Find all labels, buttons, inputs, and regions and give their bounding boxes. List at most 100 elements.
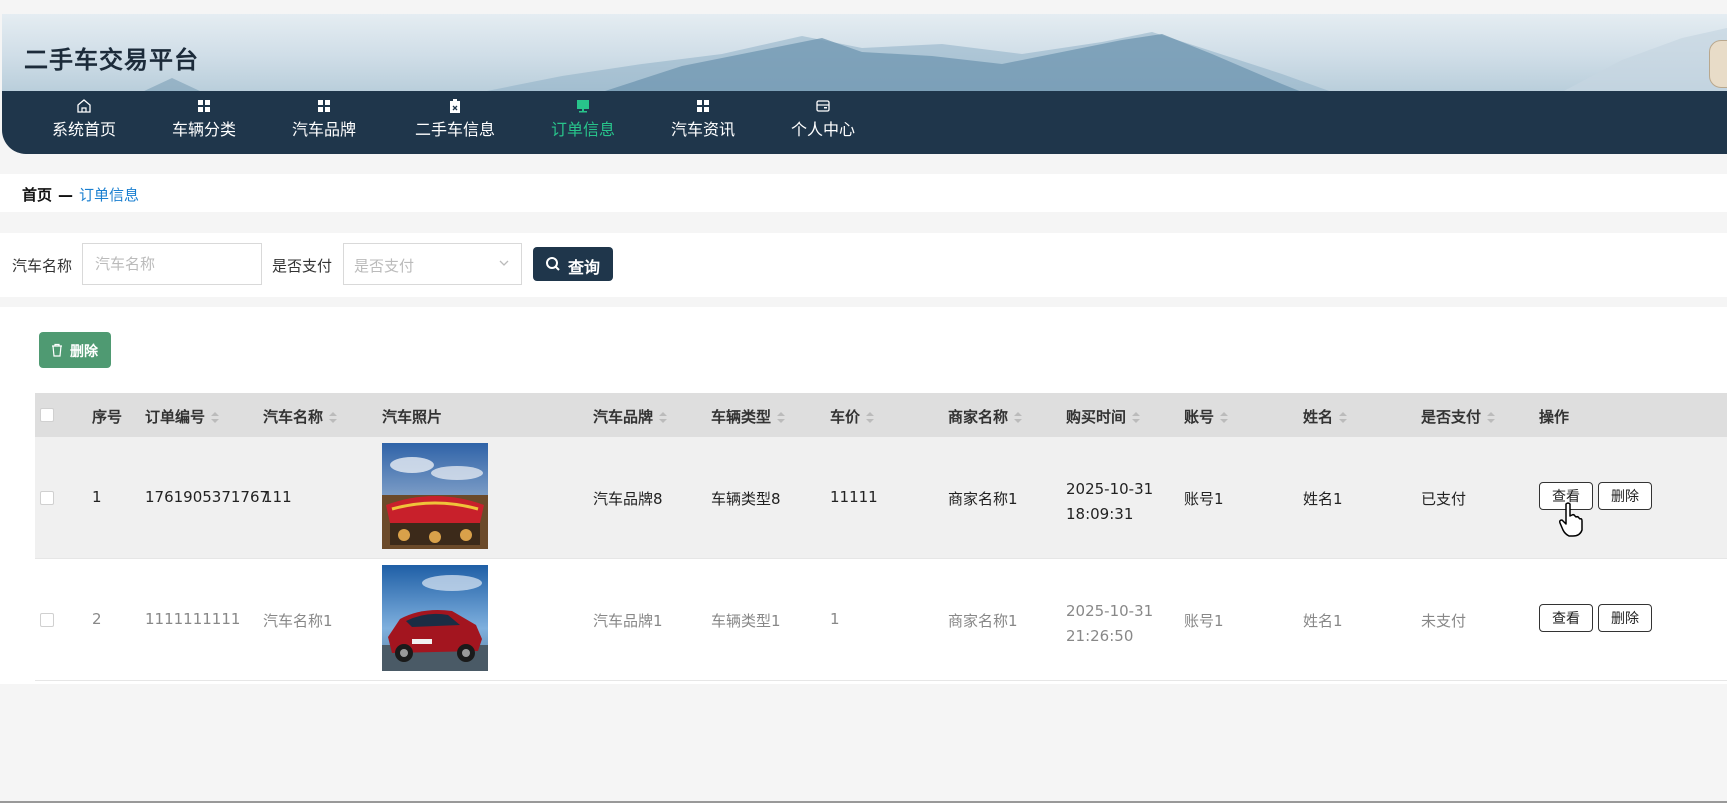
cell-vehicle-type: 车辆类型1 [711, 612, 781, 630]
col-purchase-time[interactable]: 购买时间 [1066, 406, 1141, 427]
sort-icon[interactable] [329, 411, 338, 425]
sort-icon[interactable] [1487, 411, 1496, 425]
breadcrumb-home[interactable]: 首页 [22, 186, 52, 204]
col-order-no[interactable]: 订单编号 [145, 406, 220, 427]
cell-purchase-time: 2025-10-31 21:26:50 [1066, 602, 1154, 645]
cell-merchant: 商家名称1 [948, 612, 1018, 630]
cell-car-name: 111 [263, 488, 292, 506]
nav-item-order-info[interactable]: 订单信息 [529, 91, 637, 154]
breadcrumb: 首页 — 订单信息 [22, 184, 139, 205]
search-bar: 汽车名称 是否支付 是否支付 查询 [0, 233, 1727, 297]
nav-item-used-car-info[interactable]: 二手车信息 [402, 91, 508, 154]
col-paid[interactable]: 是否支付 [1421, 406, 1496, 427]
cell-index: 1 [92, 488, 102, 506]
chevron-down-icon [499, 260, 509, 266]
paid-label: 是否支付 [272, 257, 333, 275]
avatar[interactable] [1709, 40, 1727, 88]
cell-purchase-time: 2025-10-31 18:09:31 [1066, 480, 1154, 523]
delete-button[interactable]: 删除 [1598, 604, 1652, 632]
batch-delete-button[interactable]: 删除 [39, 332, 111, 368]
grid-icon [697, 100, 709, 112]
cell-merchant: 商家名称1 [948, 490, 1018, 508]
cell-vehicle-type: 车辆类型8 [711, 490, 781, 508]
col-car-name-label: 汽车名称 [263, 408, 324, 426]
nav-label: 汽车资讯 [670, 120, 735, 139]
table-row[interactable]: 2 1111111111 汽车名称1 汽车品牌1 车辆类型1 1 商家名称1 2… [35, 559, 1727, 681]
site-title: 二手车交易平台 [24, 46, 199, 74]
col-account-label: 账号 [1184, 408, 1215, 426]
col-purchase-time-label: 购买时间 [1066, 408, 1127, 426]
cell-name: 姓名1 [1303, 490, 1343, 508]
sort-icon[interactable] [777, 411, 786, 425]
nav-label: 系统首页 [51, 120, 116, 139]
car-photo[interactable] [382, 565, 488, 671]
car-name-input[interactable] [82, 243, 262, 285]
col-price[interactable]: 车价 [830, 406, 875, 427]
query-button[interactable]: 查询 [533, 247, 613, 281]
sort-icon[interactable] [659, 411, 668, 425]
sort-icon[interactable] [866, 411, 875, 425]
clipboard-icon [450, 99, 460, 113]
col-merchant[interactable]: 商家名称 [948, 406, 1023, 427]
breadcrumb-bar: 首页 — 订单信息 [0, 174, 1727, 212]
col-vehicle-type-label: 车辆类型 [711, 408, 772, 426]
nav-label: 订单信息 [550, 120, 615, 139]
cell-price: 11111 [830, 488, 878, 506]
view-button[interactable]: 查看 [1539, 604, 1593, 632]
grid-icon [198, 100, 210, 112]
cell-name: 姓名1 [1303, 612, 1343, 630]
cell-order-no: 1761905371767 [145, 488, 270, 506]
nav-item-vehicle-category[interactable]: 车辆分类 [150, 91, 258, 154]
sort-icon[interactable] [1014, 411, 1023, 425]
col-brand[interactable]: 汽车品牌 [593, 406, 668, 427]
nav-item-car-news[interactable]: 汽车资讯 [649, 91, 757, 154]
breadcrumb-current: 订单信息 [79, 186, 140, 204]
cell-account: 账号1 [1184, 612, 1224, 630]
col-account[interactable]: 账号 [1184, 406, 1229, 427]
cell-index: 2 [92, 610, 102, 628]
wallet-icon [816, 100, 830, 112]
col-price-label: 车价 [830, 408, 861, 426]
col-actions: 操作 [1539, 408, 1570, 426]
row-checkbox[interactable] [40, 491, 54, 505]
car-photo[interactable] [382, 443, 488, 549]
col-car-name[interactable]: 汽车名称 [263, 406, 338, 427]
select-all-checkbox[interactable] [40, 408, 54, 422]
nav-label: 车辆分类 [171, 120, 236, 139]
header-banner: 二手车交易平台 [2, 14, 1727, 92]
car-name-label: 汽车名称 [12, 257, 73, 275]
cell-order-no: 1111111111 [145, 610, 241, 628]
paid-select[interactable]: 是否支付 [343, 243, 522, 285]
trash-icon [52, 343, 62, 357]
col-name[interactable]: 姓名 [1303, 406, 1348, 427]
nav-item-home[interactable]: 系统首页 [30, 91, 138, 154]
table-header: 序号 订单编号 汽车名称 汽车照片 汽车品牌 车辆类型 车价 商家名称 购买时间… [35, 393, 1727, 437]
cell-account: 账号1 [1184, 490, 1224, 508]
col-index: 序号 [92, 408, 123, 426]
sort-icon[interactable] [1339, 411, 1348, 425]
cell-paid: 已支付 [1421, 490, 1467, 508]
col-merchant-label: 商家名称 [948, 408, 1009, 426]
query-button-label: 查询 [568, 260, 601, 277]
nav-item-car-brand[interactable]: 汽车品牌 [270, 91, 378, 154]
row-checkbox[interactable] [40, 613, 54, 627]
nav-label: 二手车信息 [414, 120, 495, 139]
mountain-backdrop [142, 28, 1727, 92]
search-icon [546, 257, 560, 271]
nav-label: 个人中心 [790, 120, 855, 139]
cell-price: 1 [830, 610, 840, 628]
sort-icon[interactable] [1132, 411, 1141, 425]
nav-item-personal-center[interactable]: 个人中心 [769, 91, 877, 154]
sort-icon[interactable] [1220, 411, 1229, 425]
col-name-label: 姓名 [1303, 408, 1334, 426]
red-sports-car-photo [382, 443, 488, 549]
home-icon [77, 99, 91, 113]
delete-button[interactable]: 删除 [1598, 482, 1652, 510]
cell-brand: 汽车品牌8 [593, 490, 663, 508]
sort-icon[interactable] [211, 411, 220, 425]
col-paid-label: 是否支付 [1421, 408, 1482, 426]
table-row[interactable]: 1 1761905371767 111 汽车品牌8 车辆类型8 11111 商家… [35, 437, 1727, 559]
col-vehicle-type[interactable]: 车辆类型 [711, 406, 786, 427]
col-brand-label: 汽车品牌 [593, 408, 654, 426]
grid-icon [318, 100, 330, 112]
